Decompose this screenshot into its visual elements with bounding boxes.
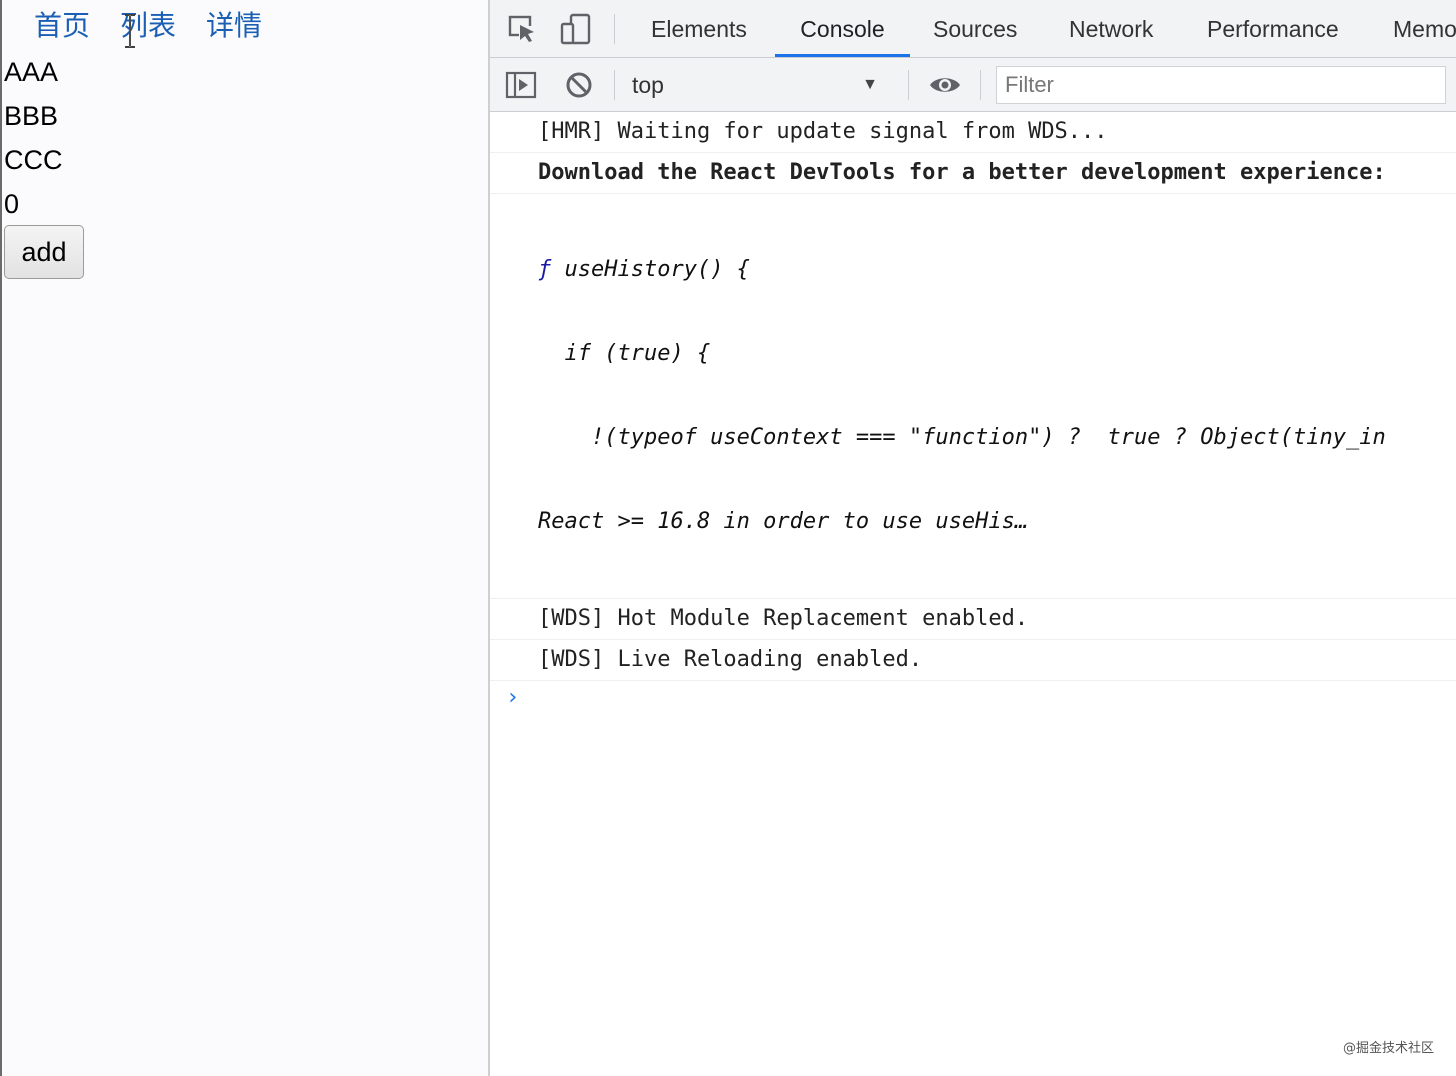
nav-link-home[interactable]: 首页 xyxy=(34,6,90,46)
list-item: CCC xyxy=(4,145,63,175)
tab-console[interactable]: Console xyxy=(775,0,910,57)
add-button[interactable]: add xyxy=(4,225,84,279)
console-message: [WDS] Live Reloading enabled. xyxy=(490,640,1456,681)
item-list: AAA BBB CCC 0 xyxy=(4,50,63,226)
console-toolbar: top ▼ xyxy=(490,58,1456,112)
list-item: AAA xyxy=(4,57,59,87)
nav-link-detail[interactable]: 详情 xyxy=(206,6,262,46)
device-toolbar-icon[interactable] xyxy=(558,12,592,46)
code-line: if (true) { xyxy=(538,341,711,366)
tab-elements[interactable]: Elements xyxy=(651,0,747,57)
toolbar-separator xyxy=(908,70,909,100)
tab-memory[interactable]: Memo xyxy=(1393,0,1456,57)
code-line: React >= 16.8 in order to use useHis… xyxy=(538,509,1029,534)
clear-console-icon[interactable] xyxy=(562,68,596,102)
page-viewport: 首页 列表 详情 AAA BBB CCC 0 add xyxy=(0,0,488,1076)
code-line: !(typeof useContext === "function") ? tr… xyxy=(538,425,1386,450)
page-nav: 首页 列表 详情 xyxy=(34,6,262,46)
console-output: [HMR] Waiting for update signal from WDS… xyxy=(490,112,1456,721)
toolbar-separator xyxy=(980,70,981,100)
dropdown-arrow-icon: ▼ xyxy=(862,76,878,93)
text-cursor-icon xyxy=(125,14,135,48)
count-value: 0 xyxy=(4,189,20,219)
devtools-tabbar: Elements Console Sources Network Perform… xyxy=(490,0,1456,58)
tab-performance[interactable]: Performance xyxy=(1207,0,1339,57)
console-message: Download the React DevTools for a better… xyxy=(490,153,1456,194)
console-sidebar-icon[interactable] xyxy=(504,68,538,102)
prompt-chevron-icon: › xyxy=(506,685,520,710)
console-prompt-row[interactable]: › xyxy=(490,681,1456,721)
list-item: BBB xyxy=(4,101,59,131)
context-value: top xyxy=(632,72,664,98)
context-selector[interactable]: top ▼ xyxy=(632,68,892,102)
live-expression-icon[interactable] xyxy=(928,68,962,102)
watermark: @掘金技术社区 xyxy=(1342,1041,1434,1056)
tab-sources[interactable]: Sources xyxy=(933,0,1017,57)
console-message: [HMR] Waiting for update signal from WDS… xyxy=(490,112,1456,153)
devtools-panel: Elements Console Sources Network Perform… xyxy=(490,0,1456,1076)
tab-network[interactable]: Network xyxy=(1069,0,1153,57)
screen: 首页 列表 详情 AAA BBB CCC 0 add Elements Cons… xyxy=(0,0,1456,1076)
function-icon: ƒ xyxy=(538,257,565,282)
inspect-element-icon[interactable] xyxy=(506,12,540,46)
console-message: [WDS] Hot Module Replacement enabled. xyxy=(490,599,1456,640)
code-line: useHistory() { xyxy=(564,257,750,282)
toolbar-separator xyxy=(614,14,615,44)
console-message-function[interactable]: ƒ useHistory() { if (true) { !(typeof us… xyxy=(490,194,1456,599)
toolbar-separator xyxy=(614,70,615,100)
console-filter-input[interactable] xyxy=(996,66,1446,104)
